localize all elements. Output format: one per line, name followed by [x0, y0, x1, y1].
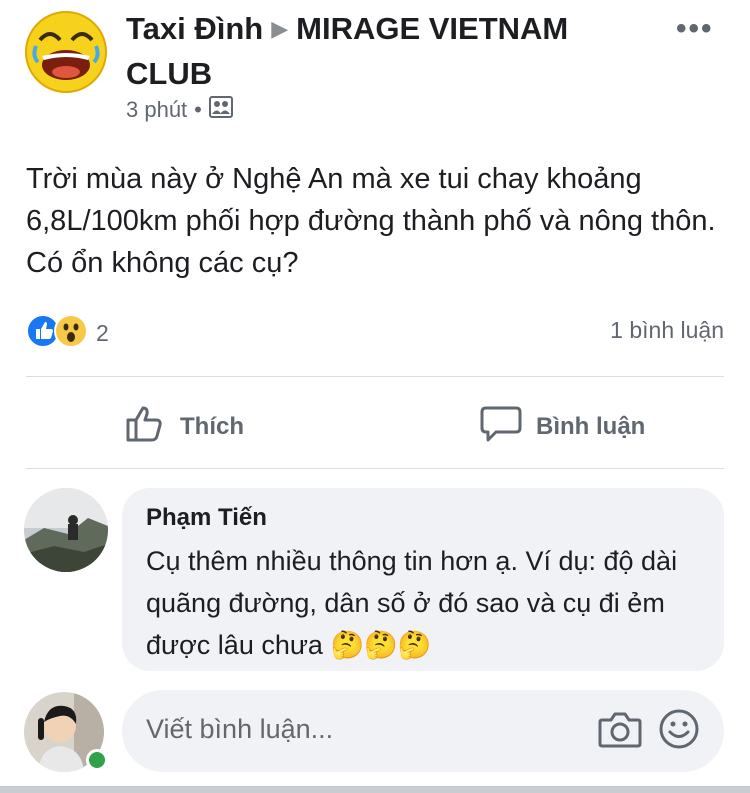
wow-reaction-icon: [54, 314, 88, 353]
reaction-count: 2: [96, 320, 109, 346]
author-avatar[interactable]: [24, 10, 108, 94]
comment-input-placeholder[interactable]: Viết bình luận...: [146, 714, 333, 745]
comment-button[interactable]: Bình luận: [480, 402, 645, 451]
like-button[interactable]: Thích: [124, 402, 244, 451]
emoji-icon[interactable]: [658, 708, 700, 755]
reactions-summary[interactable]: 2: [26, 314, 109, 353]
divider: [26, 376, 724, 377]
divider: [26, 468, 724, 469]
like-label: Thích: [180, 412, 244, 440]
commenter-avatar[interactable]: [24, 488, 108, 572]
comment-label: Bình luận: [536, 412, 646, 440]
arrow-right-icon: ▶: [271, 16, 289, 41]
thumbs-up-icon: [124, 402, 180, 451]
author-name[interactable]: Taxi Đình: [126, 11, 263, 46]
post-meta: 3 phút •: [126, 96, 233, 124]
thinking-emoji: 🤔🤔🤔: [330, 630, 432, 661]
separator-dot: •: [194, 97, 202, 122]
camera-icon[interactable]: [598, 710, 642, 755]
commenter-name[interactable]: Phạm Tiến: [146, 504, 267, 532]
post-header-title: Taxi Đình ▶ MIRAGE VIETNAM CLUB: [126, 8, 646, 95]
post-text: Trời mùa này ở Nghệ An mà xe tui chay kh…: [26, 163, 716, 279]
post-time[interactable]: 3 phút: [126, 97, 187, 123]
comment-count[interactable]: 1 bình luận: [610, 317, 724, 344]
online-status-badge: [86, 749, 108, 771]
comment-text: Cụ thêm nhiều thông tin hơn ạ. Ví dụ: độ…: [146, 540, 711, 667]
comment-bubble-icon: [480, 402, 536, 451]
more-options-icon[interactable]: •••: [676, 12, 714, 46]
bottom-divider: [0, 786, 750, 793]
group-privacy-icon: [208, 96, 233, 124]
